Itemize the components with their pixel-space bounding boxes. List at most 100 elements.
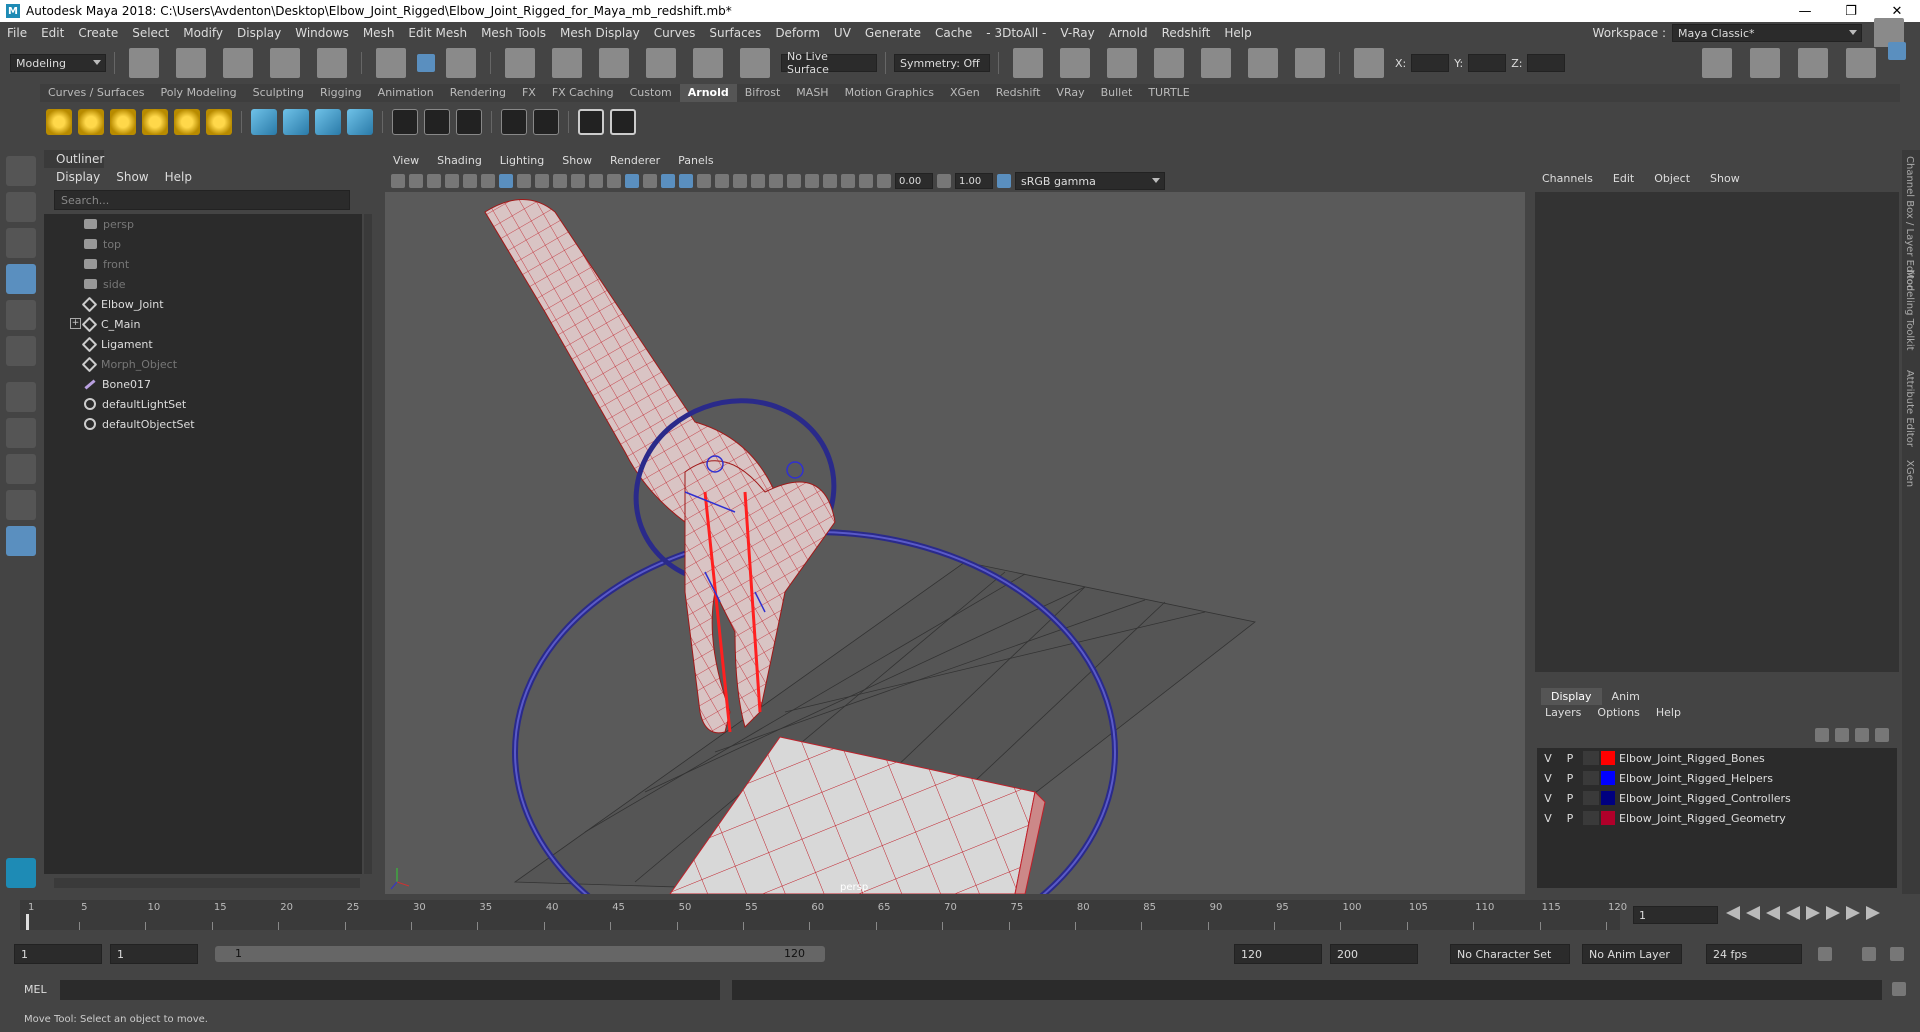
channelbox-menu-show[interactable]: Show bbox=[1710, 172, 1740, 185]
outliner-item[interactable]: side bbox=[44, 274, 362, 294]
snap-curve-icon[interactable] bbox=[552, 48, 582, 78]
menu-redshift[interactable]: Redshift bbox=[1155, 26, 1218, 40]
standin-icon[interactable] bbox=[251, 109, 277, 135]
layer-name[interactable]: Elbow_Joint_Rigged_Geometry bbox=[1619, 812, 1786, 825]
channelbox-menu-object[interactable]: Object bbox=[1654, 172, 1690, 185]
use-all-lights-icon[interactable] bbox=[697, 174, 711, 188]
layer-color-swatch[interactable] bbox=[1601, 751, 1615, 765]
single-pane-icon[interactable] bbox=[6, 418, 36, 448]
layer-name[interactable]: Elbow_Joint_Rigged_Helpers bbox=[1619, 772, 1773, 785]
texture-manager-icon[interactable] bbox=[392, 109, 418, 135]
current-frame-marker[interactable] bbox=[26, 914, 29, 930]
undo-icon[interactable] bbox=[270, 48, 300, 78]
play-backwards-icon[interactable] bbox=[1786, 906, 1800, 920]
layer-tab-display[interactable]: Display bbox=[1541, 688, 1602, 705]
save-scene-icon[interactable] bbox=[223, 48, 253, 78]
layer-visibility-toggle[interactable]: V bbox=[1537, 812, 1559, 825]
shelf-tab-bullet[interactable]: Bullet bbox=[1093, 84, 1141, 102]
layer-name[interactable]: Elbow_Joint_Rigged_Bones bbox=[1619, 752, 1765, 765]
arnold-light-manager-icon[interactable] bbox=[501, 109, 527, 135]
step-forward-key-icon[interactable] bbox=[1846, 906, 1860, 920]
shelf-tab-rendering[interactable]: Rendering bbox=[442, 84, 514, 102]
menu--3dtoall-[interactable]: - 3DtoAll - bbox=[979, 26, 1053, 40]
move-layer-down-icon[interactable] bbox=[1835, 728, 1849, 742]
color-management-icon[interactable] bbox=[997, 174, 1011, 188]
side-tab-modeling-toolkit[interactable]: Modeling Toolkit bbox=[1904, 270, 1915, 351]
layer-display-type[interactable] bbox=[1583, 811, 1599, 825]
mel-input[interactable] bbox=[60, 980, 720, 1000]
rotate-tool-icon[interactable] bbox=[6, 300, 36, 330]
menu-select[interactable]: Select bbox=[125, 26, 176, 40]
shelf-tab-bifrost[interactable]: Bifrost bbox=[737, 84, 789, 102]
outliner-item[interactable]: defaultLightSet bbox=[44, 394, 362, 414]
sky-light-icon[interactable] bbox=[174, 109, 200, 135]
xray-joints-icon[interactable] bbox=[841, 174, 855, 188]
layer-playback-toggle[interactable]: P bbox=[1559, 792, 1581, 805]
layer-playback-toggle[interactable]: P bbox=[1559, 772, 1581, 785]
symmetry-dropdown[interactable]: Symmetry: Off bbox=[894, 54, 990, 72]
snap-grid-icon[interactable] bbox=[505, 48, 535, 78]
render-frame-icon[interactable] bbox=[1060, 48, 1090, 78]
outliner-item[interactable]: front bbox=[44, 254, 362, 274]
lasso-tool-icon[interactable] bbox=[6, 192, 36, 222]
side-tab-xgen[interactable]: XGen bbox=[1904, 460, 1915, 487]
render-play-icon[interactable] bbox=[610, 109, 636, 135]
menu-cache[interactable]: Cache bbox=[928, 26, 979, 40]
side-tab-attribute-editor[interactable]: Attribute Editor bbox=[1904, 370, 1915, 447]
anim-start-field[interactable]: 1 bbox=[110, 944, 198, 964]
shelf-tab-xgen[interactable]: XGen bbox=[942, 84, 988, 102]
layer-color-swatch[interactable] bbox=[1601, 771, 1615, 785]
shelf-tab-motion-graphics[interactable]: Motion Graphics bbox=[837, 84, 942, 102]
outliner-item[interactable]: top bbox=[44, 234, 362, 254]
image-plane-icon[interactable] bbox=[445, 174, 459, 188]
photometric-light-icon[interactable] bbox=[110, 109, 136, 135]
motion-blur-icon[interactable] bbox=[751, 174, 765, 188]
go-to-end-icon[interactable] bbox=[1866, 906, 1880, 920]
menu-uv[interactable]: UV bbox=[827, 26, 858, 40]
layer-row[interactable]: V P Elbow_Joint_Rigged_Bones bbox=[1537, 748, 1897, 768]
step-back-key-icon[interactable] bbox=[1746, 906, 1760, 920]
grease-pencil-icon[interactable] bbox=[481, 174, 495, 188]
outliner-search-input[interactable]: Search... bbox=[54, 190, 350, 210]
physical-sky-icon[interactable] bbox=[206, 109, 232, 135]
2d-pan-zoom-icon[interactable] bbox=[463, 174, 477, 188]
sign-in-icon[interactable] bbox=[1702, 48, 1732, 78]
menu-display[interactable]: Display bbox=[230, 26, 288, 40]
layer-display-type[interactable] bbox=[1583, 771, 1599, 785]
anim-layer-dropdown[interactable]: No Anim Layer bbox=[1582, 944, 1682, 964]
outliner-item[interactable]: Morph_Object bbox=[44, 354, 362, 374]
shelf-tab-redshift[interactable]: Redshift bbox=[988, 84, 1049, 102]
layer-display-type[interactable] bbox=[1583, 751, 1599, 765]
select-tool-icon[interactable] bbox=[6, 156, 36, 186]
textured-icon[interactable] bbox=[679, 174, 693, 188]
pause-icon[interactable] bbox=[1295, 48, 1325, 78]
snap-live-icon[interactable] bbox=[693, 48, 723, 78]
layer-playback-toggle[interactable]: P bbox=[1559, 752, 1581, 765]
shelf-tab-turtle[interactable]: TURTLE bbox=[1140, 84, 1197, 102]
shelf-tab-mash[interactable]: MASH bbox=[788, 84, 836, 102]
hypershade-icon[interactable] bbox=[1201, 48, 1231, 78]
outliner-menu-show[interactable]: Show bbox=[116, 170, 148, 184]
new-layer-selected-icon[interactable] bbox=[1875, 728, 1889, 742]
xray-icon[interactable] bbox=[823, 174, 837, 188]
workspace-dropdown[interactable]: Maya Classic* bbox=[1672, 24, 1862, 42]
four-pane-icon[interactable] bbox=[6, 454, 36, 484]
outliner-item[interactable]: persp bbox=[44, 214, 362, 234]
step-back-frame-icon[interactable] bbox=[1766, 906, 1780, 920]
go-to-start-icon[interactable] bbox=[1726, 906, 1740, 920]
layer-color-swatch[interactable] bbox=[1601, 791, 1615, 805]
ipr-render-icon[interactable] bbox=[1107, 48, 1137, 78]
layer-row[interactable]: V P Elbow_Joint_Rigged_Geometry bbox=[1537, 808, 1897, 828]
last-tool-icon[interactable] bbox=[6, 382, 36, 412]
select-component-icon[interactable] bbox=[446, 48, 476, 78]
layout-modeling-icon[interactable] bbox=[1750, 48, 1780, 78]
wireframe-on-shaded-icon[interactable] bbox=[661, 174, 675, 188]
menu-file[interactable]: File bbox=[0, 26, 34, 40]
menu-edit[interactable]: Edit bbox=[34, 26, 71, 40]
layer-color-swatch[interactable] bbox=[1601, 811, 1615, 825]
render-view-icon[interactable] bbox=[1013, 48, 1043, 78]
channelbox-menu-channels[interactable]: Channels bbox=[1542, 172, 1593, 185]
menu-curves[interactable]: Curves bbox=[647, 26, 703, 40]
scene-start-field[interactable]: 1 bbox=[14, 944, 102, 964]
mesh-light-icon[interactable] bbox=[78, 109, 104, 135]
